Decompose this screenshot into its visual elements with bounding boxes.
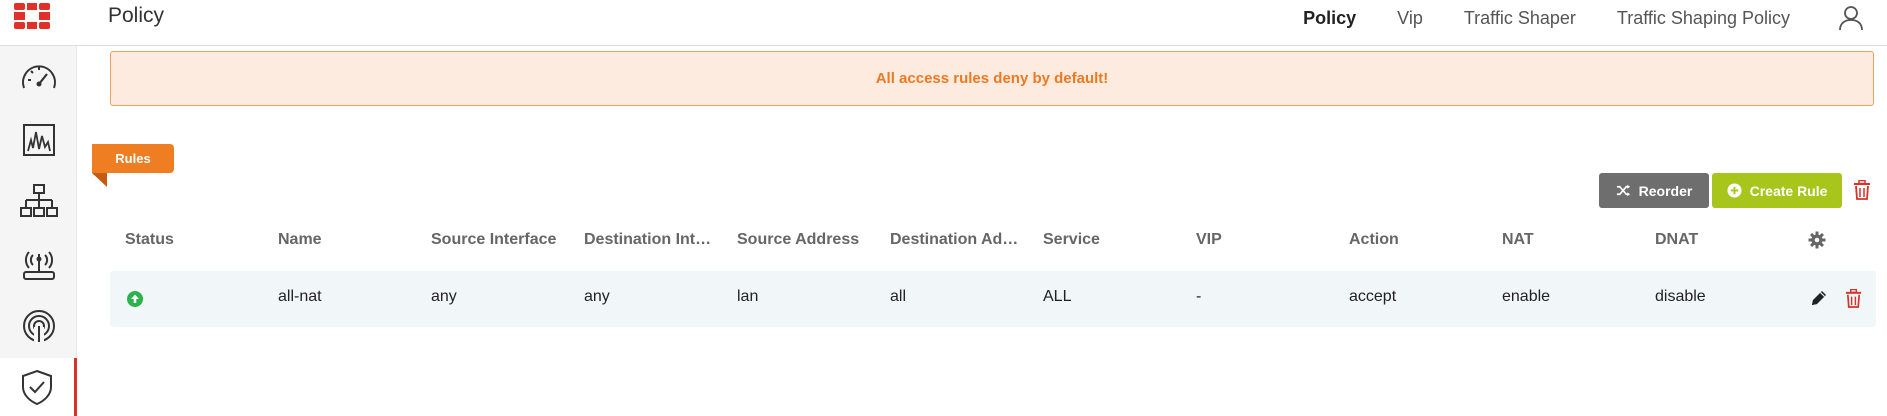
plus-circle-icon — [1727, 183, 1742, 198]
default-deny-alert: All access rules deny by default! — [110, 51, 1874, 106]
column-header-dnat[interactable]: DNAT — [1655, 231, 1795, 249]
rules-section-ribbon: Rules — [92, 144, 174, 173]
column-header-service[interactable]: Service — [1043, 231, 1183, 249]
page-title: Policy — [108, 4, 165, 27]
table-row[interactable]: all-nat any any lan all ALL - accept ena… — [110, 271, 1876, 327]
sidebar — [0, 46, 77, 416]
nav-tab-vip[interactable]: Vip — [1397, 8, 1423, 29]
column-header-name[interactable]: Name — [278, 231, 418, 249]
sidebar-item-security[interactable] — [0, 358, 77, 416]
ribbon-fold — [92, 173, 107, 187]
column-header-destination-address[interactable]: Destination Ad… — [890, 231, 1040, 249]
sidebar-item-network[interactable] — [0, 172, 77, 232]
column-header-source-interface[interactable]: Source Interface — [431, 231, 581, 249]
gear-icon[interactable] — [1808, 231, 1826, 249]
sidebar-item-dashboard[interactable] — [0, 48, 77, 108]
cell-dnat: disable — [1655, 288, 1706, 305]
edit-pencil-icon[interactable] — [1810, 289, 1828, 307]
fortinet-logo-icon[interactable] — [12, 1, 52, 31]
column-header-nat[interactable]: NAT — [1502, 231, 1642, 249]
column-header-source-address[interactable]: Source Address — [737, 231, 887, 249]
column-header-vip[interactable]: VIP — [1196, 231, 1336, 249]
create-rule-button[interactable]: Create Rule — [1712, 173, 1842, 208]
delete-row-trash-icon[interactable] — [1845, 289, 1862, 308]
dashboard-gauge-icon — [21, 65, 56, 89]
cell-vip: - — [1196, 288, 1202, 305]
delete-selected-trash-icon[interactable] — [1853, 180, 1871, 200]
user-icon[interactable] — [1837, 4, 1865, 32]
nav-tab-policy[interactable]: Policy — [1303, 8, 1356, 29]
nav-tab-traffic-shaper[interactable]: Traffic Shaper — [1464, 8, 1576, 29]
status-enabled-icon[interactable] — [127, 291, 143, 307]
reorder-button[interactable]: Reorder — [1599, 173, 1709, 208]
cell-source-interface: any — [431, 288, 457, 305]
monitor-chart-icon — [22, 124, 55, 156]
alert-message: All access rules deny by default! — [875, 70, 1109, 87]
cell-action: accept — [1349, 288, 1397, 305]
create-rule-label: Create Rule — [1749, 182, 1828, 199]
shuffle-icon — [1616, 184, 1630, 197]
column-header-destination-interface[interactable]: Destination Int… — [584, 231, 734, 249]
column-header-status[interactable]: Status — [125, 231, 245, 249]
reorder-label: Reorder — [1638, 182, 1693, 199]
top-bar: Policy Policy Vip Traffic Shaper Traffic… — [0, 0, 1887, 46]
rules-table-header: Status Name Source Interface Destination… — [110, 227, 1876, 255]
network-topology-icon — [19, 184, 58, 217]
sidebar-item-wireless[interactable] — [0, 296, 77, 356]
top-navigation: Policy Vip Traffic Shaper Traffic Shapin… — [1303, 0, 1790, 36]
nav-tab-traffic-shaping-policy[interactable]: Traffic Shaping Policy — [1617, 8, 1790, 29]
cell-destination-interface: any — [584, 288, 610, 305]
cell-service: ALL — [1043, 288, 1072, 305]
column-header-action[interactable]: Action — [1349, 231, 1489, 249]
security-shield-icon — [22, 369, 52, 406]
cell-name: all-nat — [278, 288, 322, 305]
wifi-router-icon — [22, 251, 55, 280]
cell-nat: enable — [1502, 288, 1551, 305]
wireless-signal-icon — [22, 310, 55, 343]
cell-source-address: lan — [737, 288, 759, 305]
sidebar-item-monitor[interactable] — [0, 110, 77, 170]
cell-destination-address: all — [890, 288, 907, 305]
sidebar-item-wifi[interactable] — [0, 234, 77, 294]
